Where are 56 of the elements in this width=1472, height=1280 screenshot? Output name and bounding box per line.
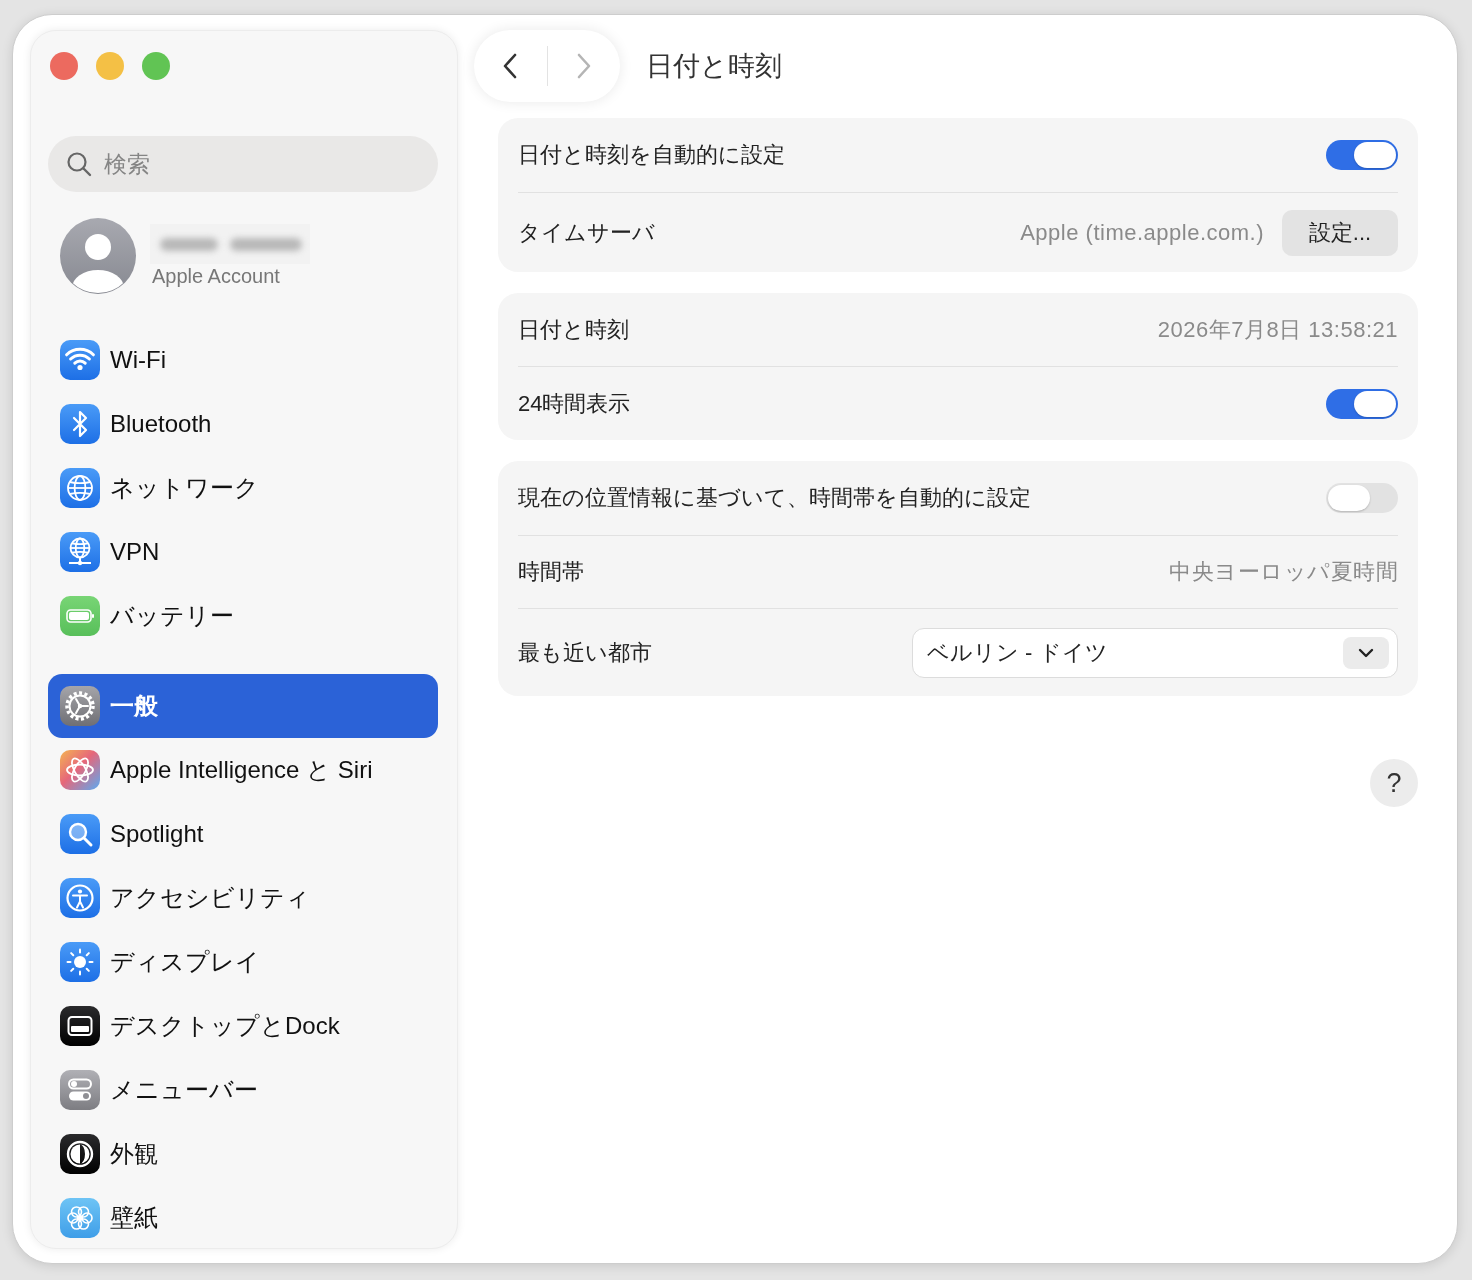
toggles-icon	[60, 1070, 100, 1110]
close-button[interactable]	[50, 52, 78, 80]
chevron-down-icon	[1343, 636, 1389, 669]
chevron-right-icon	[575, 52, 592, 80]
sidebar-item[interactable]: アクセシビリティ	[48, 866, 438, 930]
sidebar-item[interactable]: 一般	[48, 674, 438, 738]
sidebar-item[interactable]: Spotlight	[48, 802, 438, 866]
zoom-button[interactable]	[142, 52, 170, 80]
toggle-switch[interactable]	[1326, 140, 1398, 170]
orbit-icon	[60, 750, 100, 790]
sidebar-item[interactable]: VPN	[48, 520, 438, 584]
globe-network-icon	[60, 532, 100, 572]
account-item[interactable]: Apple Account	[48, 218, 438, 294]
setting-label: タイムサーバ	[518, 218, 655, 247]
toggle-switch[interactable]	[1326, 388, 1398, 419]
sidebar-item[interactable]: メニューバー	[48, 1058, 438, 1122]
setting-label: 時間帯	[518, 558, 584, 586]
bluetooth-icon	[60, 404, 100, 444]
minimize-button[interactable]	[96, 52, 124, 80]
sidebar-item[interactable]: ネットワーク	[48, 456, 438, 520]
toggle-switch[interactable]	[1326, 483, 1398, 513]
search-field[interactable]: 検索	[48, 136, 438, 192]
wifi-icon	[60, 340, 100, 380]
sidebar-item[interactable]: デスクトップとDock	[48, 994, 438, 1058]
sidebar-item[interactable]: Bluetooth	[48, 392, 438, 456]
setting-label: 日付と時刻を自動的に設定	[518, 141, 785, 169]
gear-icon	[60, 686, 100, 726]
globe-icon	[60, 468, 100, 508]
setting-label: 最も近い都市	[518, 638, 652, 667]
setting-label: 現在の位置情報に基づいて、時間帯を自動的に設定	[518, 484, 1031, 512]
flower-icon	[60, 1198, 100, 1238]
accessibility-icon	[60, 878, 100, 918]
sun-icon	[60, 942, 100, 982]
contrast-icon	[60, 1134, 100, 1174]
setting-value: 2026年7月8日 13:58:21	[1157, 315, 1398, 344]
avatar-icon	[60, 218, 136, 294]
battery-icon	[60, 596, 100, 636]
sidebar-item[interactable]: Wi-Fi	[48, 328, 438, 392]
search-icon	[66, 151, 92, 177]
sidebar-item[interactable]: ディスプレイ	[48, 930, 438, 994]
sidebar-item[interactable]: 外観	[48, 1122, 438, 1186]
sidebar-item[interactable]: バッテリー	[48, 584, 438, 648]
setting-label: 日付と時刻	[518, 315, 629, 344]
magnifier-icon	[60, 814, 100, 854]
setting-value: Apple (time.apple.com.)	[1020, 219, 1264, 246]
dropdown-field[interactable]: ベルリン - ドイツ	[912, 627, 1398, 678]
setting-label: 24時間表示	[518, 389, 631, 418]
help-button[interactable]: ?	[1370, 759, 1418, 807]
page-title: 日付と時刻	[646, 50, 782, 83]
chevron-left-icon	[502, 52, 519, 80]
window-icon	[60, 1006, 100, 1046]
setting-value: 中央ヨーロッパ夏時間	[1169, 558, 1398, 586]
sidebar-item[interactable]: Apple Intelligence と Siri	[48, 738, 438, 802]
account-subtitle: Apple Account	[152, 264, 281, 288]
sidebar-item[interactable]: 壁紙	[48, 1186, 438, 1248]
settings-button[interactable]: 設定...	[1282, 209, 1398, 256]
